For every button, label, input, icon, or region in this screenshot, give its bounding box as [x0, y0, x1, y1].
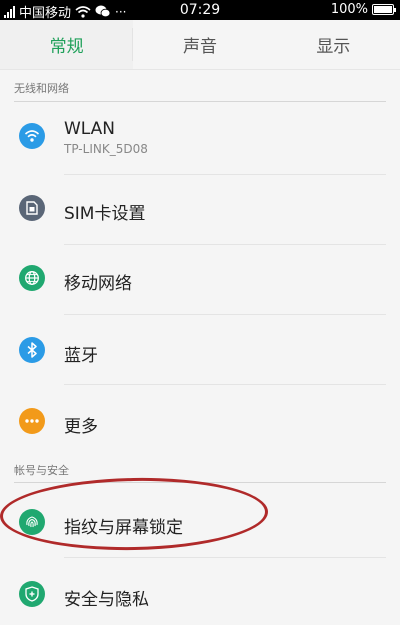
- security-privacy-label: 安全与隐私: [64, 590, 149, 610]
- settings-item-security-privacy[interactable]: 安全与隐私: [0, 558, 400, 625]
- settings-item-sim[interactable]: SIM卡设置: [0, 175, 400, 245]
- tab-general-label: 常规: [49, 37, 84, 57]
- tab-sound-label: 声音: [182, 37, 217, 57]
- tab-sound[interactable]: 声音: [133, 20, 266, 69]
- settings-item-mobile-network[interactable]: 移动网络: [0, 245, 400, 315]
- more-label: 更多: [64, 417, 98, 437]
- tab-display-label: 显示: [316, 37, 351, 57]
- settings-item-wlan[interactable]: WLAN TP-LINK_5D08: [0, 105, 400, 175]
- section-account-title: 帐号与安全: [14, 464, 69, 477]
- settings-item-more[interactable]: 更多: [0, 385, 400, 455]
- tab-general[interactable]: 常规: [0, 20, 134, 69]
- mobile-network-label: 移动网络: [64, 274, 132, 294]
- wlan-label: WLAN: [64, 119, 116, 139]
- fingerprint-icon: [19, 509, 45, 535]
- wlan-network-name: TP-LINK_5D08: [64, 142, 148, 156]
- tab-display[interactable]: 显示: [267, 20, 400, 69]
- section-header-account: 帐号与安全: [14, 462, 386, 483]
- wifi-icon: [19, 123, 45, 149]
- status-bar: 中国移动 ··· 07:29 100%: [0, 0, 400, 21]
- section-network-title: 无线和网络: [14, 82, 69, 95]
- section-header-network: 无线和网络: [14, 80, 386, 102]
- settings-item-fingerprint-lock[interactable]: 指纹与屏幕锁定: [0, 488, 400, 558]
- settings-item-bluetooth[interactable]: 蓝牙: [0, 315, 400, 385]
- battery-icon: [372, 4, 396, 15]
- sim-card-icon: [19, 195, 45, 221]
- sim-label: SIM卡设置: [64, 204, 146, 224]
- settings-screen: 中国移动 ··· 07:29 100% 常规 声音 显示 无线和网络 WLAN …: [0, 0, 400, 625]
- battery-label: 100%: [330, 2, 368, 17]
- shield-icon: [19, 581, 45, 607]
- fingerprint-label: 指纹与屏幕锁定: [64, 518, 183, 538]
- bluetooth-icon: [19, 337, 45, 363]
- bluetooth-label: 蓝牙: [64, 346, 98, 366]
- status-right: 100%: [330, 2, 396, 17]
- globe-icon: [19, 265, 45, 291]
- settings-tabs: 常规 声音 显示: [0, 20, 400, 70]
- more-icon: [19, 408, 45, 434]
